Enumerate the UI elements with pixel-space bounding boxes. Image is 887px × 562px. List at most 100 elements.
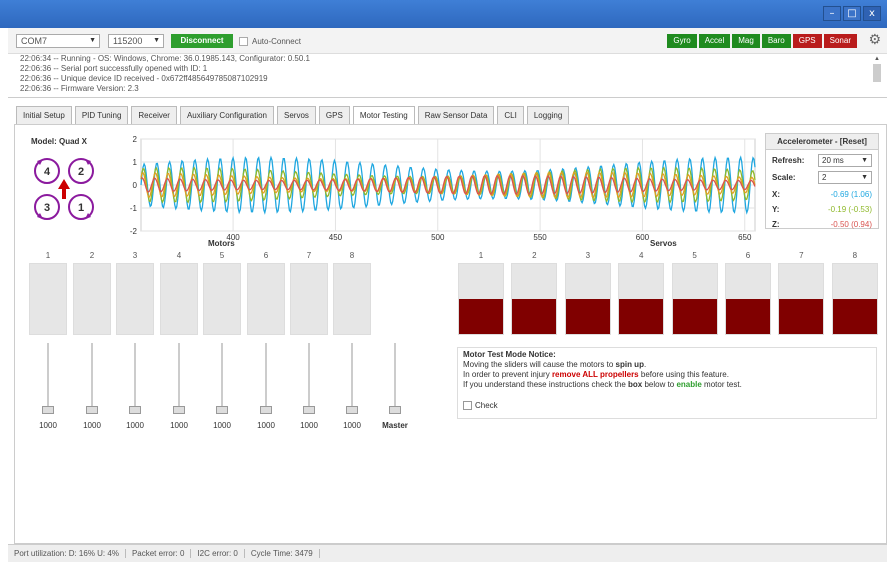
tab-cli[interactable]: CLI (497, 106, 524, 124)
motor-bar (29, 263, 67, 335)
chevron-down-icon: ▼ (861, 174, 868, 181)
servo-bar (458, 263, 504, 335)
motor-bar (160, 263, 198, 335)
scroll-up-icon[interactable]: ▲ (872, 56, 882, 62)
motor-slider[interactable] (265, 343, 267, 413)
notice-text: If you understand these instructions che… (463, 380, 628, 389)
servo-bar-fill (832, 299, 877, 334)
sensor-sonar: Sonar (823, 34, 857, 48)
notice-check: Check (463, 401, 498, 410)
window-controls: – □ x (823, 6, 881, 21)
port-select[interactable]: COM7 ▼ (16, 34, 100, 48)
tab-receiver[interactable]: Receiver (131, 106, 177, 124)
log-time: 22:06:34 (20, 54, 52, 63)
motor-testing-content: Model: Quad X 4 2 3 1 2 1 0 -1 -2 400 450 500 55… (14, 124, 887, 544)
gyro-graph: 210-1-2400 450 500 550 600 650 (130, 135, 756, 241)
accelerometer-title[interactable]: Accelerometer - [Reset] (766, 134, 878, 150)
log-scrollbar[interactable]: ▲ (872, 56, 882, 94)
y-tick-label: 2 (133, 135, 138, 144)
notice-line: If you understand these instructions che… (463, 380, 871, 390)
servo-number: 5 (692, 251, 697, 260)
model-title: Model: Quad X (31, 137, 87, 146)
sensor-accel: Accel (698, 34, 731, 48)
servo-number: 1 (478, 251, 484, 260)
quad-x-diagram: 4 2 3 1 (34, 158, 94, 220)
gear-icon[interactable]: ⚙ (868, 32, 881, 48)
servo-number: 2 (532, 251, 537, 260)
servo-bar (671, 263, 718, 335)
motor-slider[interactable] (221, 343, 223, 413)
slider-handle[interactable] (129, 406, 141, 414)
slider-handle[interactable] (173, 406, 185, 414)
y-label: Y: (772, 205, 780, 214)
motor-slider[interactable] (47, 343, 49, 413)
sensor-baro: Baro (761, 34, 791, 48)
notice-enable: enable (676, 380, 702, 389)
slider-handle[interactable] (86, 406, 98, 414)
connection-toolbar: COM7 ▼ 115200 ▼ Disconnect Auto-Connect … (8, 28, 887, 54)
slider-handle[interactable] (389, 406, 401, 414)
tab-initial-setup[interactable]: Initial Setup (16, 106, 72, 124)
servo-number: 6 (745, 251, 751, 260)
notice-emphasis: box (627, 380, 643, 389)
motor-value: 1000 (213, 421, 231, 430)
slider-handle[interactable] (303, 406, 315, 414)
motor-test-checkbox[interactable] (463, 401, 472, 410)
servo-bar (778, 263, 825, 335)
motor-value: 1000 (343, 421, 361, 430)
baud-select-value: 115200 (113, 36, 143, 46)
motor-slider[interactable] (178, 343, 180, 413)
window-titlebar: – □ x (0, 0, 887, 28)
notice-warning: remove ALL propellers (551, 370, 639, 379)
notice-line: Moving the sliders will cause the motors… (463, 360, 871, 370)
servo-bar-fill (512, 299, 557, 334)
log-time: 22:06:36 (20, 84, 52, 93)
x-tick-label: 450 (329, 233, 343, 241)
tab-pid-tuning[interactable]: PID Tuning (74, 106, 129, 124)
motor-slider[interactable] (134, 343, 136, 413)
maximize-button[interactable]: □ (843, 6, 861, 21)
servo-bar-fill (459, 299, 503, 334)
slider-handle[interactable] (346, 406, 358, 414)
motor-number: 8 (349, 251, 355, 260)
notice-emphasis: spin up (615, 360, 644, 369)
minimize-button[interactable]: – (823, 6, 841, 21)
x-tick-label: 550 (533, 233, 547, 241)
refresh-select[interactable]: 20 ms ▼ (818, 154, 872, 167)
rotor-label: 4 (44, 166, 51, 178)
close-button[interactable]: x (863, 6, 881, 21)
log-panel: 22:06:34 -- Running - OS: Windows, Chrom… (8, 54, 887, 98)
scale-select[interactable]: 2 ▼ (818, 171, 872, 184)
scale-label: Scale: (772, 173, 796, 182)
tab-gps[interactable]: GPS (318, 106, 350, 124)
motor-value: 1000 (83, 421, 101, 430)
motor-value: 1000 (126, 421, 144, 430)
log-text: Serial port successfully opened with ID:… (60, 64, 208, 73)
tab-raw-sensor-data[interactable]: Raw Sensor Data (417, 106, 495, 124)
sensor-indicators: Gyro Accel Mag Baro GPS Sonar (667, 34, 857, 48)
y-tick-label: -1 (130, 204, 138, 213)
notice-text: before using this feature. (638, 370, 729, 379)
tab-auxiliary-configuration[interactable]: Auxiliary Configuration (179, 106, 275, 124)
auto-connect-checkbox[interactable] (239, 37, 248, 46)
motor-slider[interactable] (308, 343, 310, 413)
slider-handle[interactable] (216, 406, 228, 414)
motor-test-notice: Motor Test Mode Notice: Moving the slide… (457, 347, 877, 419)
log-line: 22:06:34 -- Running - OS: Windows, Chrom… (20, 54, 310, 63)
master-slider[interactable] (394, 343, 396, 413)
servo-number: 4 (638, 251, 644, 260)
motor-slider[interactable] (351, 343, 353, 413)
scroll-thumb[interactable] (873, 64, 881, 82)
tab-motor-testing[interactable]: Motor Testing (352, 106, 415, 125)
disconnect-button[interactable]: Disconnect (171, 34, 233, 48)
slider-handle[interactable] (42, 406, 54, 414)
tab-logging[interactable]: Logging (526, 106, 570, 124)
x-tick-label: 650 (738, 233, 752, 241)
chevron-down-icon: ▼ (153, 37, 160, 44)
slider-handle[interactable] (260, 406, 272, 414)
baud-select[interactable]: 115200 ▼ (108, 34, 164, 48)
servo-bar (831, 263, 878, 335)
servo-number: 3 (585, 251, 591, 260)
tab-servos[interactable]: Servos (277, 106, 316, 124)
motor-slider[interactable] (91, 343, 93, 413)
